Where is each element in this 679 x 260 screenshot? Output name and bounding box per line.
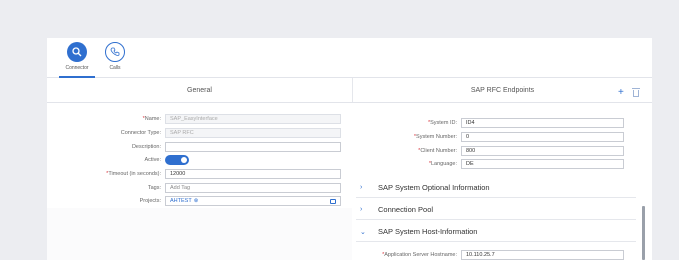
language-field[interactable]: DE <box>461 159 624 169</box>
connection-pool-label: Connection Pool <box>378 205 434 214</box>
tab-connector-label: Connector <box>65 65 89 71</box>
chip-remove-icon[interactable]: ⊗ <box>194 198 199 204</box>
tags-label: Tags: <box>147 185 161 191</box>
client-number-row: *Client Number: 800 <box>47 146 624 156</box>
system-id-label: *System ID: <box>427 120 457 126</box>
optional-info-label: SAP System Optional Information <box>378 183 490 192</box>
tab-bar: Connector Calls <box>47 38 652 78</box>
header-divider <box>47 102 652 103</box>
trash-icon[interactable] <box>632 88 640 97</box>
system-number-row: *System Number: 0 <box>47 132 624 142</box>
chevron-right-icon: › <box>360 206 363 213</box>
timeout-label: *Timeout (in seconds): <box>106 171 161 177</box>
rfc-endpoints-title: SAP RFC Endpoints <box>352 78 652 102</box>
host-info-label: SAP System Host-Information <box>378 227 478 236</box>
add-endpoint-icon[interactable]: + <box>618 88 624 98</box>
phone-icon <box>105 42 125 62</box>
copy-icon[interactable] <box>330 199 336 204</box>
language-row: *Language: DE <box>47 159 624 169</box>
connection-pool-section[interactable]: › Connection Pool <box>356 200 636 220</box>
client-number-field[interactable]: 800 <box>461 146 624 156</box>
tags-input[interactable]: Add Tag <box>165 183 341 193</box>
projects-row: Projects: AHTEST ⊗ <box>47 196 341 206</box>
client-number-label: *Client Number: <box>418 148 457 154</box>
projects-label: Projects: <box>139 198 161 204</box>
tab-calls-label: Calls <box>109 65 121 71</box>
hostname-label: *Application Server Hostname: <box>382 252 457 258</box>
language-label: *Language: <box>428 161 457 167</box>
connector-icon <box>67 42 87 62</box>
scrollbar[interactable] <box>642 206 645 260</box>
system-number-label: *System Number: <box>413 134 457 140</box>
optional-info-section[interactable]: › SAP System Optional Information <box>356 178 636 198</box>
tab-calls[interactable]: Calls <box>95 42 135 77</box>
connector-panel: Connector Calls General SAP RFC Endpoint… <box>47 38 652 260</box>
tags-row: Tags: Add Tag <box>47 183 341 193</box>
timeout-row: *Timeout (in seconds): 12000 <box>47 169 341 179</box>
chevron-right-icon: › <box>360 184 363 191</box>
general-section-title: General <box>187 86 212 94</box>
host-info-section[interactable]: ⌄ SAP System Host-Information <box>356 222 636 242</box>
system-id-row: *System ID: ID4 <box>47 118 624 128</box>
system-number-field[interactable]: 0 <box>461 132 624 142</box>
project-chip: AHTEST <box>170 198 192 204</box>
system-id-field[interactable]: ID4 <box>461 118 624 128</box>
chevron-down-icon: ⌄ <box>360 228 366 236</box>
tab-connector[interactable]: Connector <box>57 42 97 78</box>
projects-field[interactable]: AHTEST ⊗ <box>165 196 341 206</box>
hostname-row: *Application Server Hostname: 10.110.25.… <box>47 250 624 260</box>
timeout-field[interactable]: 12000 <box>165 169 341 179</box>
hostname-field[interactable]: 10.110.25.7 <box>461 250 624 260</box>
